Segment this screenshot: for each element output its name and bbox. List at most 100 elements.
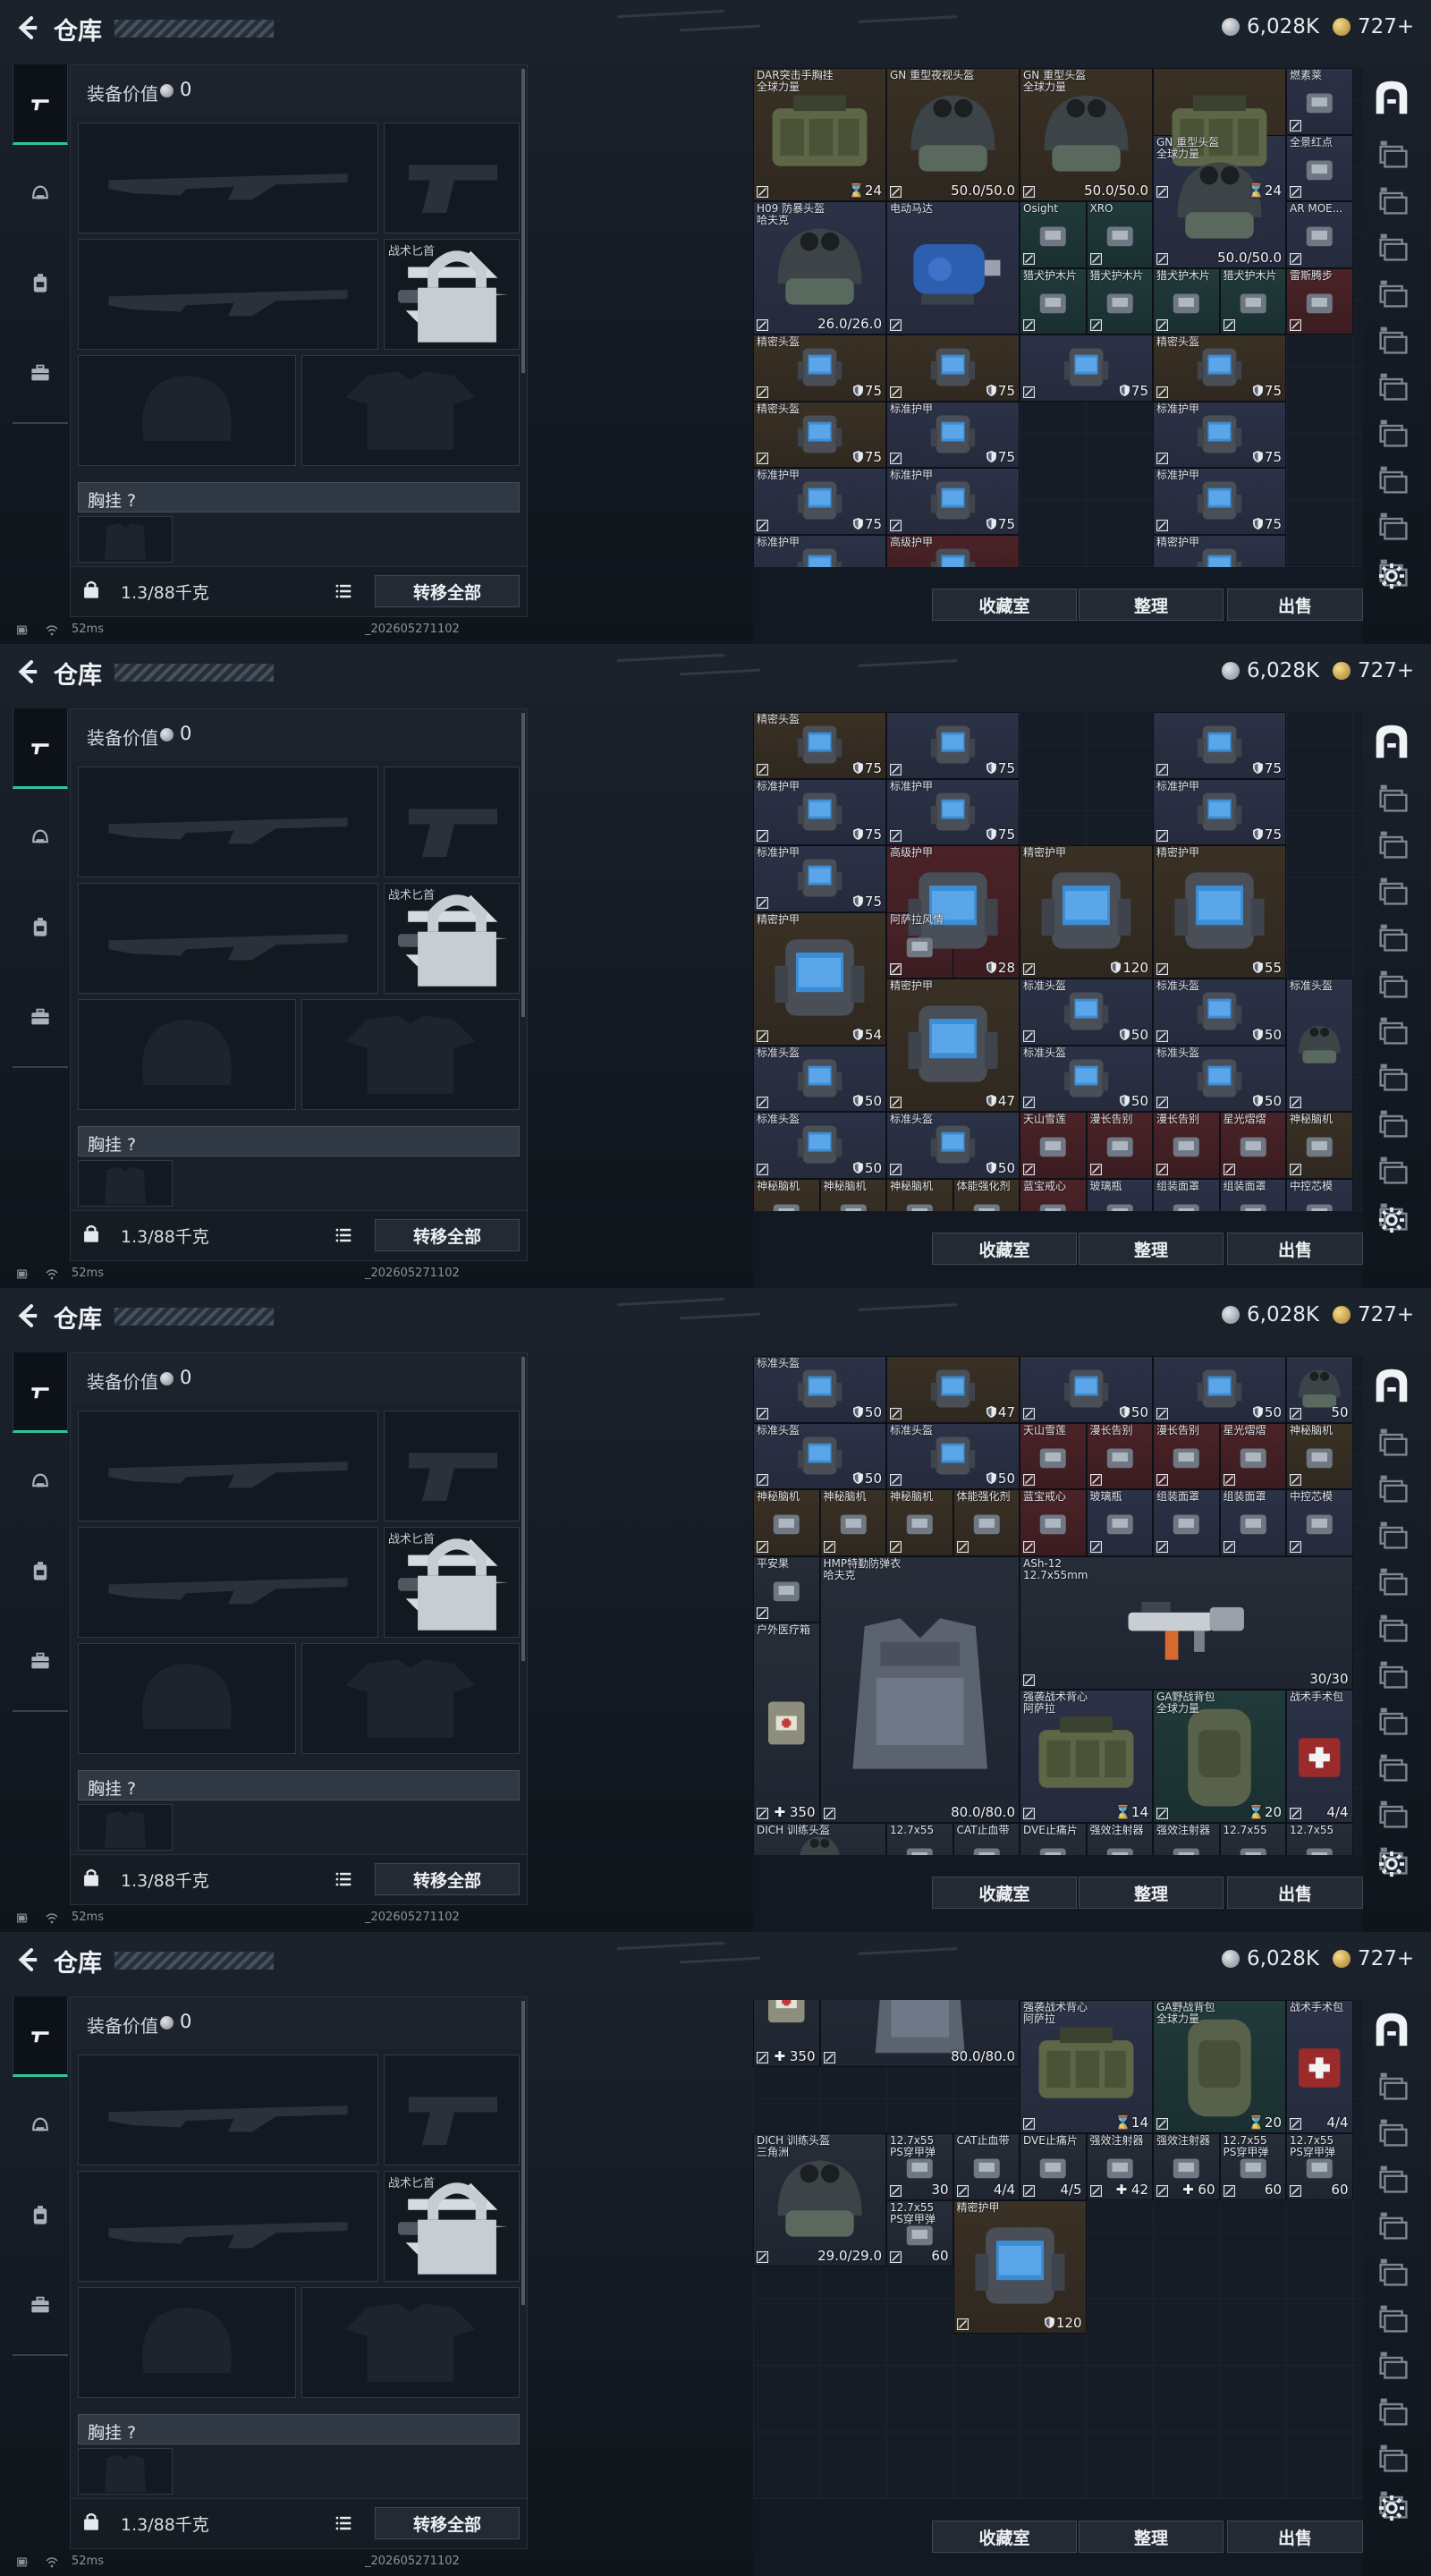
helmet-slot[interactable] — [78, 999, 296, 1110]
stash-item[interactable]: 神秘脑机 — [753, 1489, 820, 1556]
container-tab[interactable] — [1376, 2440, 1411, 2476]
stash-item[interactable]: 精密头盔 75 — [753, 712, 886, 779]
stash-item[interactable]: DICH 训练头盔 — [753, 1822, 886, 1855]
stash-item[interactable]: 标准护甲 75 — [1153, 468, 1286, 535]
stash-item[interactable]: 标准头盔 50 — [753, 1112, 886, 1179]
stash-item[interactable]: 天山雪莲 — [1020, 1422, 1087, 1489]
container-tab[interactable] — [1376, 826, 1411, 862]
list-icon[interactable] — [334, 1871, 353, 1887]
container-tab[interactable] — [1376, 2347, 1411, 2383]
sell-button[interactable]: 出售 — [1227, 1233, 1363, 1265]
stash-item[interactable]: 标准头盔 — [1286, 979, 1353, 1112]
stash-item[interactable]: DVE止痛片 4/5 — [1020, 2133, 1087, 2200]
stash-item[interactable]: 标准头盔 50 — [753, 1356, 886, 1423]
stash-item[interactable]: 标准头盔 50 — [753, 1045, 886, 1112]
stash-item[interactable]: DVE止痛片 — [1020, 1822, 1087, 1855]
collection-button[interactable]: 收藏室 — [932, 589, 1077, 621]
container-tab[interactable] — [1376, 1750, 1411, 1785]
stash-item[interactable]: 星光熠熠 — [1219, 1112, 1286, 1179]
stash-item[interactable]: CAT止血带 4/4 — [953, 2133, 1020, 2200]
side-tab-gun[interactable] — [13, 1352, 68, 1433]
stash-item[interactable]: 精密头盔 75 — [1153, 335, 1286, 402]
stash-item[interactable]: 天山雪莲 — [1020, 1112, 1087, 1179]
helmet-slot[interactable] — [78, 1643, 296, 1754]
container-tab[interactable] — [1376, 1470, 1411, 1506]
side-tab-briefcase[interactable] — [13, 333, 68, 413]
stash-item[interactable]: 神秘脑机 — [886, 1178, 953, 1211]
transfer-all-button[interactable]: 转移全部 — [375, 1219, 520, 1251]
armor-slot[interactable] — [301, 2287, 520, 2398]
stash-item[interactable]: 蓝宝戒心 — [1020, 1178, 1087, 1211]
stash-item[interactable]: 50 — [1286, 1356, 1353, 1423]
tidy-button[interactable]: 整理 — [1079, 2521, 1224, 2553]
stash-item[interactable]: 平安果 — [753, 1555, 820, 1623]
list-icon[interactable] — [334, 583, 353, 599]
stash-item[interactable]: 燃素莱 — [1286, 68, 1353, 135]
loadout-scrollbar[interactable] — [521, 713, 525, 1017]
container-tab[interactable] — [1376, 873, 1411, 909]
stash-item[interactable]: 精密护甲 47 — [886, 979, 1020, 1112]
stash-item[interactable]: H09 防暴头盔 哈夫克 26.0/26.0 — [753, 201, 886, 335]
stash-item[interactable]: 玻璃瓶 — [1086, 1489, 1153, 1556]
currency-gold[interactable]: 727+ — [1333, 657, 1414, 684]
container-tab[interactable] — [1376, 1106, 1411, 1141]
stash-item[interactable]: 12.7x55 PS穿甲弹 60 — [886, 2199, 953, 2267]
stash-item[interactable]: 精密护甲 — [1153, 534, 1286, 567]
side-tab-backpack[interactable] — [13, 1531, 68, 1612]
stash-item[interactable]: GN 重型头盔 全球力量 50.0/50.0 — [1020, 68, 1153, 201]
stash-item[interactable]: 体能强化剂 — [953, 1489, 1020, 1556]
container-tab[interactable] — [1376, 1152, 1411, 1188]
stash-item[interactable]: 雷斯腾步 — [1286, 267, 1353, 335]
stash-item[interactable]: 75 — [1153, 712, 1286, 779]
container-tab[interactable] — [1376, 2301, 1411, 2336]
container-tab[interactable] — [1376, 1424, 1411, 1460]
stash-item[interactable]: 阿萨拉风情 — [886, 911, 953, 979]
pistol-slot[interactable] — [384, 767, 520, 877]
currency-gold[interactable]: 727+ — [1333, 13, 1414, 40]
stash-item[interactable]: 12.7x55 — [1219, 1822, 1286, 1855]
stash-item[interactable]: 精密护甲 120 — [953, 2199, 1087, 2334]
side-tab-briefcase[interactable] — [13, 2265, 68, 2345]
side-tab-gun[interactable] — [13, 1996, 68, 2077]
container-tab[interactable] — [1376, 415, 1411, 451]
stash-item[interactable]: 标准头盔 50 — [886, 1112, 1020, 1179]
stash-item[interactable]: 星光熠熠 — [1219, 1422, 1286, 1489]
container-tab[interactable] — [1376, 1657, 1411, 1692]
stash-item[interactable]: 47 — [886, 1356, 1020, 1423]
stash-item[interactable]: 组装面罩 — [1153, 1178, 1220, 1211]
stash-item[interactable]: 组装面罩 — [1153, 1489, 1220, 1556]
helmet-slot[interactable] — [78, 2287, 296, 2398]
secondary-weapon-slot[interactable] — [78, 1527, 378, 1638]
stash-item[interactable]: 蓝宝戒心 — [1020, 1489, 1087, 1556]
container-tab[interactable] — [1376, 2068, 1411, 2104]
side-tab-helmet[interactable] — [13, 1442, 68, 1522]
container-tab[interactable] — [1376, 1563, 1411, 1599]
collection-button[interactable]: 收藏室 — [932, 1877, 1077, 1909]
container-tab[interactable] — [1376, 136, 1411, 172]
stash-item[interactable]: 50 — [1153, 1356, 1286, 1423]
loadout-scrollbar[interactable] — [521, 2001, 525, 2305]
stash-item[interactable]: 组装面罩 — [1219, 1489, 1286, 1556]
container-tab-stash[interactable] — [1370, 721, 1413, 762]
settings-gear-icon[interactable] — [1377, 1206, 1406, 1234]
stash-item[interactable]: 标准护甲 — [753, 534, 886, 567]
container-tab[interactable] — [1376, 966, 1411, 1002]
stash-item[interactable]: GA野战背包 全球力量 ⌛20 — [1153, 1689, 1286, 1823]
stash-item[interactable]: 标准护甲 75 — [886, 401, 1020, 468]
stash-item[interactable]: 漫长告别 — [1153, 1422, 1220, 1489]
side-tab-briefcase[interactable] — [13, 977, 68, 1057]
stash-item[interactable]: 标准护甲 75 — [886, 778, 1020, 845]
container-tab[interactable] — [1376, 2207, 1411, 2243]
side-tab-gun[interactable] — [13, 708, 68, 789]
sell-button[interactable]: 出售 — [1227, 2521, 1363, 2553]
stash-item[interactable]: Osight — [1020, 201, 1087, 268]
stash-item[interactable]: 标准头盔 50 — [1153, 1045, 1286, 1112]
stash-item[interactable]: 神秘脑机 — [819, 1178, 886, 1211]
side-tab-helmet[interactable] — [13, 798, 68, 878]
container-tab[interactable] — [1376, 1703, 1411, 1739]
stash-item[interactable]: 12.7x55 PS穿甲弹 30 — [886, 2133, 953, 2200]
side-tab-backpack[interactable] — [13, 2175, 68, 2256]
stash-item[interactable]: 组装面罩 — [1219, 1178, 1286, 1211]
stash-item[interactable]: 精密护甲 55 — [1153, 845, 1286, 979]
stash-item[interactable]: 75 — [886, 335, 1020, 402]
